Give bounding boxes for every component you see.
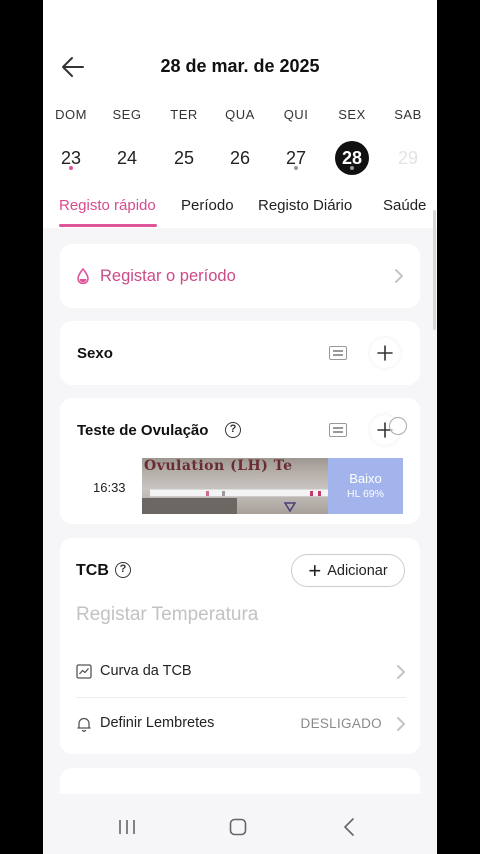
register-period-label: Registar o período (100, 267, 236, 285)
sex-card-title: Sexo (77, 345, 113, 362)
row-label: Definir Lembretes (100, 715, 215, 731)
ovulation-card-title: Teste de Ovulação (77, 422, 209, 439)
weekday-label: TER (170, 107, 198, 122)
weekday-label: QUI (283, 107, 309, 122)
period-dot (69, 166, 73, 170)
row-label: Curva da TCB (100, 663, 192, 679)
header-area: 28 de mar. de 2025 DOM SEG TER QUA QUI S… (43, 0, 437, 228)
chevron-right-icon (397, 665, 405, 679)
tab-registo-diario[interactable]: Registo Diário (258, 197, 352, 214)
system-nav-bar (43, 794, 437, 854)
add-temperature-button[interactable]: + Adicionar (291, 554, 405, 587)
test-strip (150, 489, 328, 497)
ovulation-test-card: Teste de Ovulação ? 16:33 Ovulation (LH)… (60, 398, 420, 524)
result-value: HL 69% (347, 488, 384, 500)
chart-icon (76, 664, 92, 679)
recent-apps-icon (119, 820, 135, 834)
active-tab-indicator (59, 224, 157, 227)
calendar-day[interactable]: 25 (167, 141, 201, 175)
temperature-input[interactable]: Registar Temperatura (76, 604, 258, 626)
tcb-card: TCB ? + Adicionar Registar Temperatura C… (60, 538, 420, 754)
touch-indicator (389, 417, 407, 435)
log-dot (294, 166, 298, 170)
chevron-right-icon (395, 269, 403, 283)
arrow-left-icon (62, 57, 84, 77)
note-icon[interactable] (329, 423, 347, 437)
chevron-right-icon (397, 717, 405, 731)
back-nav-icon (344, 818, 354, 836)
plus-icon (377, 345, 393, 361)
tcb-card-title: TCB (76, 562, 109, 579)
home-icon (229, 818, 247, 836)
weekday-label: DOM (55, 107, 87, 122)
test-time: 16:33 (93, 480, 126, 495)
scrollbar[interactable] (433, 210, 436, 330)
logo-mark (284, 502, 296, 512)
weekday-label: SEX (338, 107, 366, 122)
drop-icon (77, 268, 89, 284)
page-title: 28 de mar. de 2025 (160, 56, 320, 76)
day-row: 23 24 25 26 27 28 29 (43, 141, 437, 175)
calendar-day[interactable]: 24 (110, 141, 144, 175)
result-level: Baixo (349, 471, 382, 486)
reminder-status: DESLIGADO (300, 716, 382, 731)
recent-apps-button[interactable] (107, 812, 147, 842)
sex-card: Sexo (60, 321, 420, 385)
weekday-label: QUA (225, 107, 255, 122)
add-label: Adicionar (327, 562, 388, 579)
weekday-label: SAB (394, 107, 422, 122)
photo-text: Ovulation (LH) Te (144, 458, 293, 474)
bell-icon (77, 717, 91, 732)
back-button[interactable] (57, 50, 89, 84)
help-icon[interactable]: ? (115, 562, 131, 578)
divider (76, 697, 406, 698)
app-screen: 28 de mar. de 2025 DOM SEG TER QUA QUI S… (43, 0, 437, 854)
tab-registo-rapido[interactable]: Registo rápido (59, 197, 156, 214)
reminders-row[interactable]: Definir Lembretes DESLIGADO (76, 699, 406, 749)
note-icon[interactable] (329, 346, 347, 360)
register-period-card[interactable]: Registar o período (60, 244, 420, 308)
tab-periodo[interactable]: Período (181, 197, 234, 214)
weekday-label: SEG (112, 107, 142, 122)
tab-saude[interactable]: Saúde (383, 197, 426, 214)
test-strip-photo[interactable]: Ovulation (LH) Te (142, 458, 328, 514)
back-nav-button[interactable] (329, 812, 369, 842)
weekday-row: DOM SEG TER QUA QUI SEX SAB (43, 107, 437, 123)
log-dot (350, 166, 354, 170)
calendar-day[interactable]: 26 (223, 141, 257, 175)
tab-bar: Registo rápido Período Registo Diário Sa… (43, 194, 437, 228)
add-sex-button[interactable] (370, 338, 400, 368)
help-icon[interactable]: ? (225, 422, 241, 438)
plus-icon: + (308, 557, 322, 583)
test-result-badge[interactable]: Baixo HL 69% (328, 458, 403, 514)
calendar-day-future: 29 (397, 147, 419, 168)
tcb-curve-row[interactable]: Curva da TCB (76, 647, 406, 697)
home-button[interactable] (218, 812, 258, 842)
